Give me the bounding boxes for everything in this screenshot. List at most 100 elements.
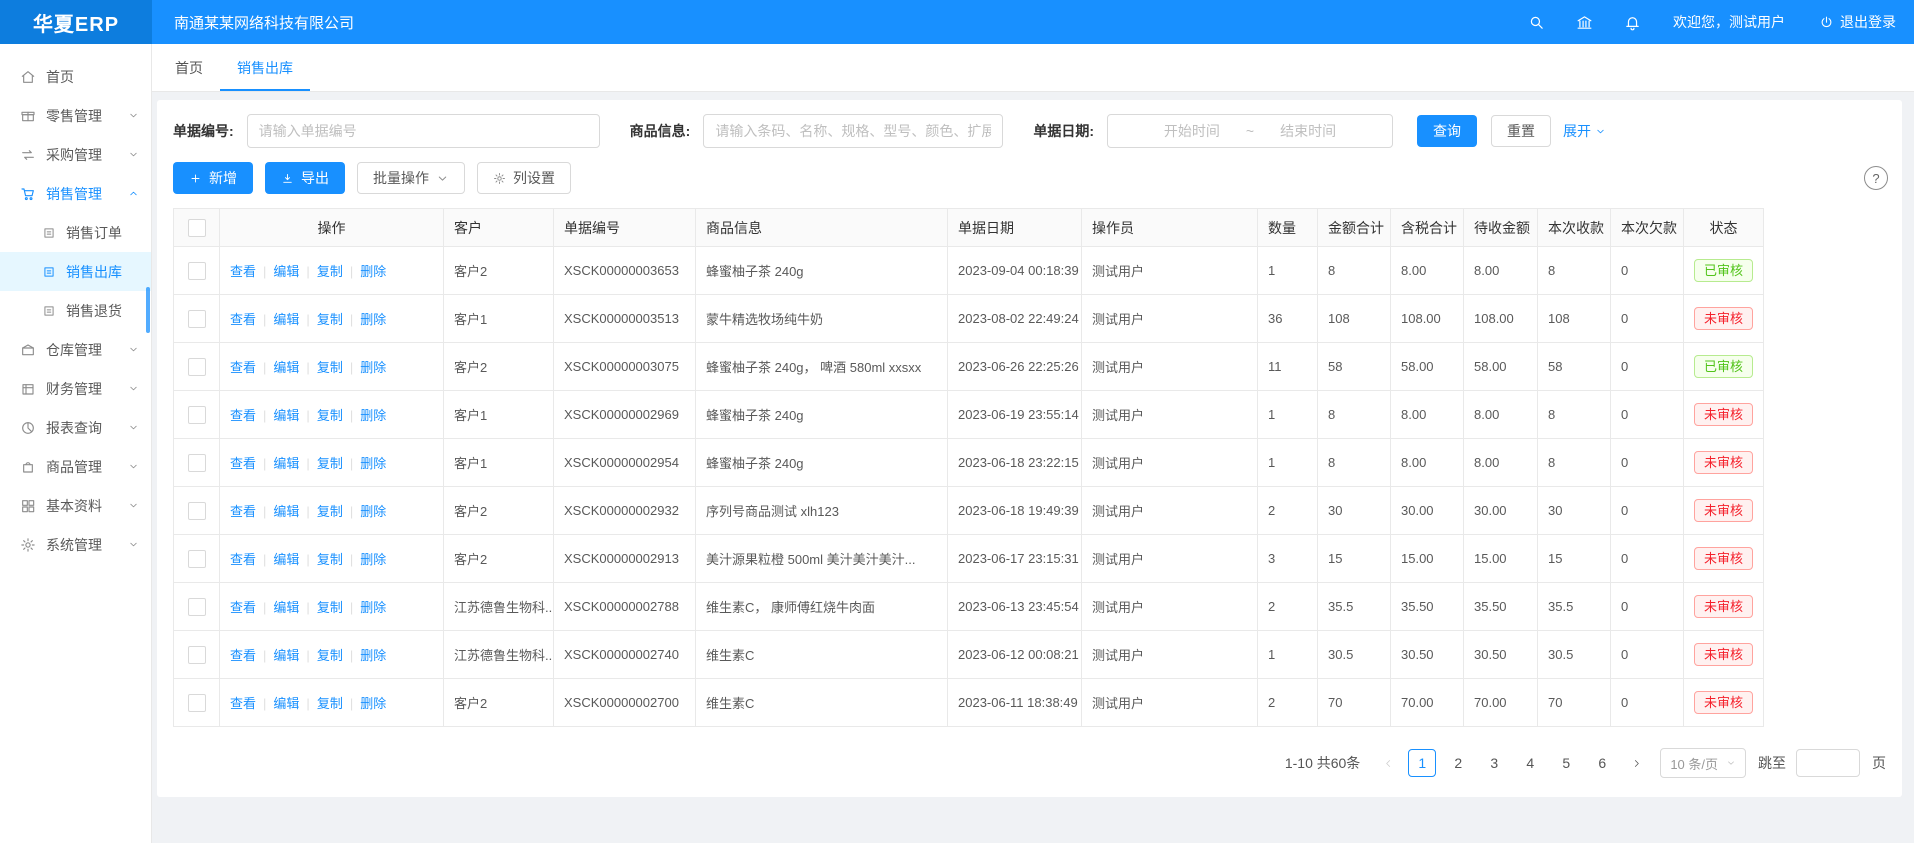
sidebar-item-finance[interactable]: 财务管理 bbox=[0, 369, 151, 408]
copy-link[interactable]: 复制 bbox=[317, 264, 343, 279]
sidebar-item-goods[interactable]: 商品管理 bbox=[0, 447, 151, 486]
edit-link[interactable]: 编辑 bbox=[273, 648, 299, 663]
search-icon[interactable] bbox=[1527, 13, 1545, 31]
delete-link[interactable]: 删除 bbox=[360, 696, 386, 711]
delete-link[interactable]: 删除 bbox=[360, 552, 386, 567]
sidebar-item-report[interactable]: 报表查询 bbox=[0, 408, 151, 447]
copy-link[interactable]: 复制 bbox=[317, 312, 343, 327]
view-link[interactable]: 查看 bbox=[230, 264, 256, 279]
copy-link[interactable]: 复制 bbox=[317, 360, 343, 375]
edit-link[interactable]: 编辑 bbox=[273, 264, 299, 279]
sidebar-item-system[interactable]: 系统管理 bbox=[0, 525, 151, 564]
cell-date: 2023-06-26 22:25:26 bbox=[948, 343, 1082, 391]
reset-button[interactable]: 重置 bbox=[1491, 115, 1551, 147]
row-checkbox[interactable] bbox=[188, 262, 206, 280]
copy-link[interactable]: 复制 bbox=[317, 552, 343, 567]
row-checkbox[interactable] bbox=[188, 454, 206, 472]
copy-link[interactable]: 复制 bbox=[317, 648, 343, 663]
expand-link[interactable]: 展开 bbox=[1563, 121, 1606, 141]
row-checkbox[interactable] bbox=[188, 646, 206, 664]
logout-button[interactable]: 退出登录 bbox=[1819, 12, 1896, 32]
copy-link[interactable]: 复制 bbox=[317, 504, 343, 519]
delete-link[interactable]: 删除 bbox=[360, 360, 386, 375]
jump-page-input[interactable] bbox=[1796, 749, 1860, 777]
sidebar-item-home[interactable]: 首页 bbox=[0, 57, 151, 96]
copy-link[interactable]: 复制 bbox=[317, 456, 343, 471]
view-link[interactable]: 查看 bbox=[230, 408, 256, 423]
cell-status: 已审核 bbox=[1684, 247, 1764, 295]
edit-link[interactable]: 编辑 bbox=[273, 360, 299, 375]
view-link[interactable]: 查看 bbox=[230, 552, 256, 567]
column-settings-button[interactable]: 列设置 bbox=[477, 162, 571, 194]
row-checkbox[interactable] bbox=[188, 598, 206, 616]
bill-no-input[interactable] bbox=[247, 114, 600, 148]
edit-link[interactable]: 编辑 bbox=[273, 504, 299, 519]
sidebar-item-sales-order[interactable]: 销售订单 bbox=[0, 213, 151, 252]
page-button-6[interactable]: 6 bbox=[1588, 749, 1616, 777]
edit-link[interactable]: 编辑 bbox=[273, 312, 299, 327]
edit-link[interactable]: 编辑 bbox=[273, 600, 299, 615]
tab-sales-outbound[interactable]: 销售出库 bbox=[220, 44, 310, 91]
view-link[interactable]: 查看 bbox=[230, 600, 256, 615]
copy-link[interactable]: 复制 bbox=[317, 408, 343, 423]
copy-link[interactable]: 复制 bbox=[317, 696, 343, 711]
row-select-cell bbox=[174, 391, 220, 439]
view-link[interactable]: 查看 bbox=[230, 696, 256, 711]
sidebar-item-sales-outbound[interactable]: 销售出库 bbox=[0, 252, 151, 291]
date-range-input[interactable]: 开始时间 ~ 结束时间 bbox=[1107, 114, 1393, 148]
add-button[interactable]: 新增 bbox=[173, 162, 253, 194]
cell-product: 维生素C bbox=[696, 679, 948, 727]
product-info-input[interactable] bbox=[703, 114, 1003, 148]
delete-link[interactable]: 删除 bbox=[360, 504, 386, 519]
sidebar-scrollbar-thumb[interactable] bbox=[146, 287, 150, 333]
prev-page-button[interactable] bbox=[1376, 749, 1400, 777]
view-link[interactable]: 查看 bbox=[230, 312, 256, 327]
edit-link[interactable]: 编辑 bbox=[273, 456, 299, 471]
sidebar-item-basic-data[interactable]: 基本资料 bbox=[0, 486, 151, 525]
view-link[interactable]: 查看 bbox=[230, 456, 256, 471]
page-button-3[interactable]: 3 bbox=[1480, 749, 1508, 777]
tab-home[interactable]: 首页 bbox=[158, 44, 220, 91]
batch-actions-button[interactable]: 批量操作 bbox=[357, 162, 465, 194]
row-checkbox[interactable] bbox=[188, 694, 206, 712]
platform-icon[interactable] bbox=[1575, 13, 1593, 31]
edit-link[interactable]: 编辑 bbox=[273, 408, 299, 423]
delete-link[interactable]: 删除 bbox=[360, 312, 386, 327]
sidebar-item-sales-return[interactable]: 销售退货 bbox=[0, 291, 151, 330]
export-button[interactable]: 导出 bbox=[265, 162, 345, 194]
select-all-checkbox[interactable] bbox=[188, 219, 206, 237]
copy-link[interactable]: 复制 bbox=[317, 600, 343, 615]
sidebar-item-warehouse[interactable]: 仓库管理 bbox=[0, 330, 151, 369]
view-link[interactable]: 查看 bbox=[230, 648, 256, 663]
delete-link[interactable]: 删除 bbox=[360, 456, 386, 471]
help-icon[interactable]: ? bbox=[1864, 166, 1888, 190]
chevron-down-icon bbox=[1595, 126, 1606, 137]
search-button[interactable]: 查询 bbox=[1417, 115, 1477, 147]
delete-link[interactable]: 删除 bbox=[360, 648, 386, 663]
page-button-2[interactable]: 2 bbox=[1444, 749, 1472, 777]
delete-link[interactable]: 删除 bbox=[360, 408, 386, 423]
page-size-select[interactable]: 10 条/页 bbox=[1660, 748, 1746, 778]
delete-link[interactable]: 删除 bbox=[360, 600, 386, 615]
view-link[interactable]: 查看 bbox=[230, 360, 256, 375]
edit-link[interactable]: 编辑 bbox=[273, 552, 299, 567]
page-button-4[interactable]: 4 bbox=[1516, 749, 1544, 777]
delete-link[interactable]: 删除 bbox=[360, 264, 386, 279]
notification-bell-icon[interactable] bbox=[1623, 13, 1641, 31]
row-checkbox[interactable] bbox=[188, 310, 206, 328]
cell-qty: 1 bbox=[1258, 631, 1318, 679]
sidebar-item-purchase[interactable]: 采购管理 bbox=[0, 135, 151, 174]
edit-link[interactable]: 编辑 bbox=[273, 696, 299, 711]
next-page-button[interactable] bbox=[1624, 749, 1648, 777]
cell-customer: 客户2 bbox=[444, 487, 554, 535]
row-checkbox[interactable] bbox=[188, 502, 206, 520]
chevron-down-icon bbox=[128, 383, 139, 394]
row-checkbox[interactable] bbox=[188, 406, 206, 424]
row-checkbox[interactable] bbox=[188, 550, 206, 568]
sidebar-item-sales[interactable]: 销售管理 bbox=[0, 174, 151, 213]
row-checkbox[interactable] bbox=[188, 358, 206, 376]
page-button-5[interactable]: 5 bbox=[1552, 749, 1580, 777]
sidebar-item-retail[interactable]: 零售管理 bbox=[0, 96, 151, 135]
view-link[interactable]: 查看 bbox=[230, 504, 256, 519]
page-button-1[interactable]: 1 bbox=[1408, 749, 1436, 777]
